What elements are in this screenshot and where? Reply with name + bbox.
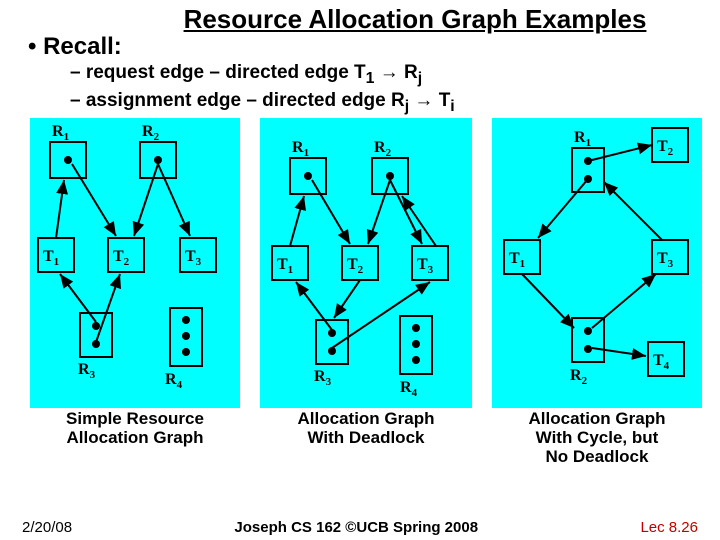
diagram-simple-rag: R1 R2 T1 T2 T3 R3 R4 <box>30 118 240 408</box>
footer-course: Joseph CS 162 ©UCB Spring 2008 <box>234 519 478 536</box>
page-title: Resource Allocation Graph Examples <box>110 0 720 35</box>
svg-text:R2: R2 <box>374 139 392 159</box>
svg-text:R3: R3 <box>314 368 332 388</box>
svg-text:R4: R4 <box>165 371 183 391</box>
svg-text:R3: R3 <box>78 361 96 381</box>
caption-2: Allocation GraphWith Deadlock <box>260 410 472 466</box>
svg-text:R2: R2 <box>570 367 588 387</box>
recall-text: Recall: <box>43 33 122 60</box>
caption-1: Simple ResourceAllocation Graph <box>30 410 240 466</box>
svg-text:R1: R1 <box>292 139 309 159</box>
diagram-cycle-no-deadlock: R1 T2 T1 T3 R2 T4 <box>492 118 702 408</box>
diagram-deadlock: R1 R2 T1 T2 T3 R3 R4 <box>260 118 472 408</box>
svg-text:R4: R4 <box>400 379 418 399</box>
sub-bullet-1: – request edge – directed edge T1 → Rj <box>70 61 720 89</box>
sub-bullet-2: – assignment edge – directed edge Rj → T… <box>70 89 720 117</box>
footer: 2/20/08 Joseph CS 162 ©UCB Spring 2008 L… <box>0 519 720 536</box>
svg-text:R1: R1 <box>52 123 69 143</box>
recall-bullet: • Recall: <box>28 33 720 61</box>
svg-text:R1: R1 <box>574 129 591 149</box>
svg-text:R2: R2 <box>142 123 160 143</box>
footer-date: 2/20/08 <box>22 519 72 536</box>
footer-lecnum: Lec 8.26 <box>640 519 698 536</box>
caption-3: Allocation GraphWith Cycle, butNo Deadlo… <box>492 410 702 466</box>
